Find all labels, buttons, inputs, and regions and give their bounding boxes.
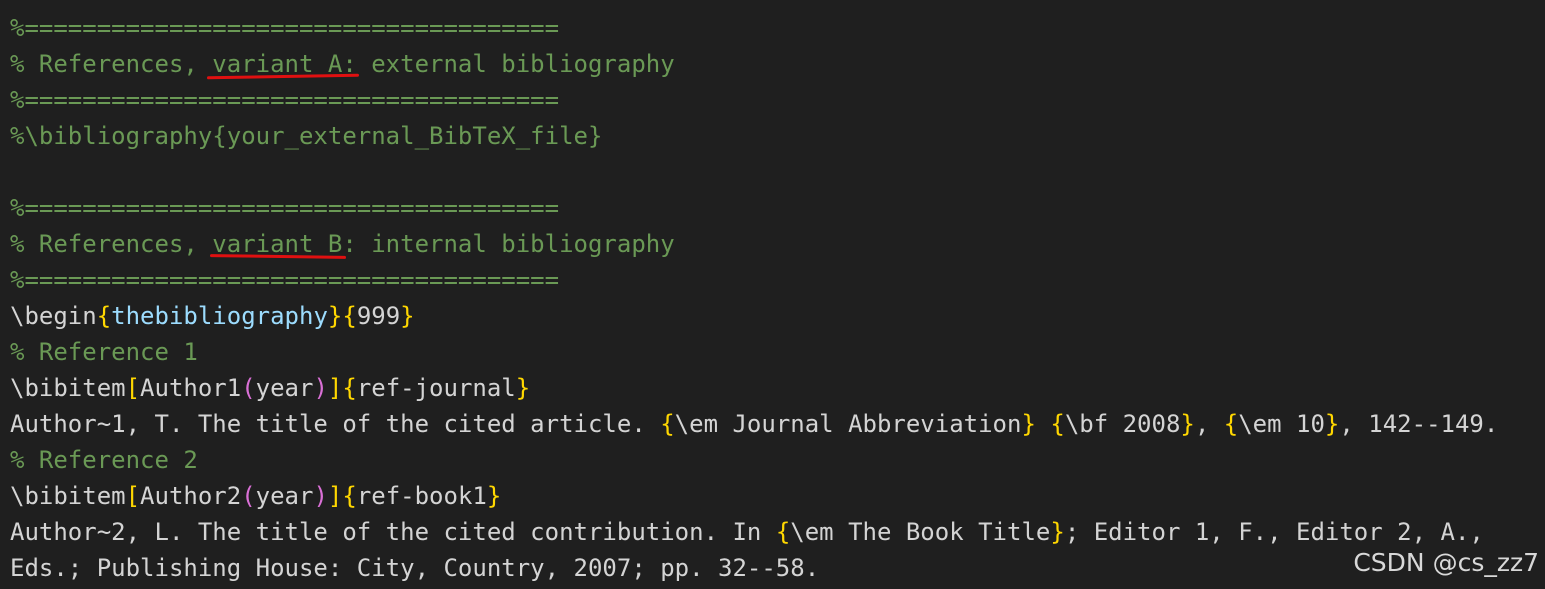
code-line-11: \bibitem[Author1(year)]{ref-journal} xyxy=(10,370,1545,406)
bracket: ] xyxy=(327,482,343,510)
argument: 999 xyxy=(356,302,401,330)
code-line-4: %\bibliography{your_external_BibTeX_file… xyxy=(10,122,603,150)
label-name: Author1 xyxy=(140,374,242,402)
label-name: Author2 xyxy=(140,482,242,510)
label-year: year xyxy=(255,374,314,402)
bracket: { xyxy=(342,302,357,330)
code-line-15: Author~2, L. The title of the cited cont… xyxy=(10,514,1545,550)
bracket: } xyxy=(1324,410,1340,438)
label-year: year xyxy=(255,482,314,510)
code-line-12: Author~1, T. The title of the cited arti… xyxy=(10,406,1545,442)
bracket: } xyxy=(1050,518,1065,546)
emphasis-text: \em The Book Title xyxy=(790,518,1051,546)
text-segment: , xyxy=(1194,410,1224,438)
bracket: } xyxy=(400,302,415,330)
environment-name: thebibliography xyxy=(111,302,328,330)
code-line-3: %===================================== xyxy=(10,86,560,114)
latex-command: \begin xyxy=(10,302,97,330)
bracket: [ xyxy=(125,374,141,402)
bracket: } xyxy=(1180,410,1195,438)
watermark-label: CSDN @cs_zz7 xyxy=(1353,548,1539,577)
bracket: } xyxy=(486,482,502,510)
bracket: [ xyxy=(125,482,141,510)
emphasis-text: \em 10 xyxy=(1238,410,1325,438)
bracket: ) xyxy=(313,482,328,510)
bracket: { xyxy=(342,374,357,402)
bracket: } xyxy=(327,302,343,330)
latex-command: \bibitem xyxy=(10,482,126,510)
code-editor[interactable]: %===================================== %… xyxy=(10,10,1545,586)
bracket: } xyxy=(515,374,531,402)
bracket: ) xyxy=(313,374,328,402)
latex-command: \bibitem xyxy=(10,374,126,402)
code-line-8: %===================================== xyxy=(10,266,560,294)
text-segment: , 142--149. xyxy=(1339,410,1499,438)
text-segment: ; Editor 1, F., Editor 2, A., xyxy=(1064,518,1484,546)
code-line-13: % Reference 2 xyxy=(10,446,198,474)
bracket: ( xyxy=(241,374,256,402)
code-line-7-annotation xyxy=(10,226,347,262)
bracket: { xyxy=(342,482,357,510)
bracket: { xyxy=(660,410,675,438)
citation-key: ref-journal xyxy=(356,374,516,402)
bracket: ( xyxy=(241,482,256,510)
code-line-1: %===================================== xyxy=(10,14,560,42)
bracket: ] xyxy=(327,374,343,402)
code-line-9: \begin{thebibliography}{999} xyxy=(10,298,1545,334)
citation-key: ref-book1 xyxy=(356,482,487,510)
bracket: { xyxy=(1223,410,1239,438)
code-line-10: % Reference 1 xyxy=(10,338,198,366)
bracket: { xyxy=(1050,410,1065,438)
bold-text: \bf 2008 xyxy=(1064,410,1181,438)
code-line-2-annotation xyxy=(10,46,360,82)
bracket: } xyxy=(1021,410,1036,438)
code-line-6: %===================================== xyxy=(10,194,560,222)
text-segment: Author~1, T. The title of the cited arti… xyxy=(10,410,661,438)
code-line-14: \bibitem[Author2(year)]{ref-book1} xyxy=(10,478,1545,514)
code-line-5-empty xyxy=(10,154,1545,190)
code-line-16: Eds.; Publishing House: City, Country, 2… xyxy=(10,554,820,582)
bracket: { xyxy=(96,302,112,330)
text-segment: Author~2, L. The title of the cited cont… xyxy=(10,518,776,546)
emphasis-text: \em Journal Abbreviation xyxy=(674,410,1022,438)
bracket: { xyxy=(775,518,791,546)
